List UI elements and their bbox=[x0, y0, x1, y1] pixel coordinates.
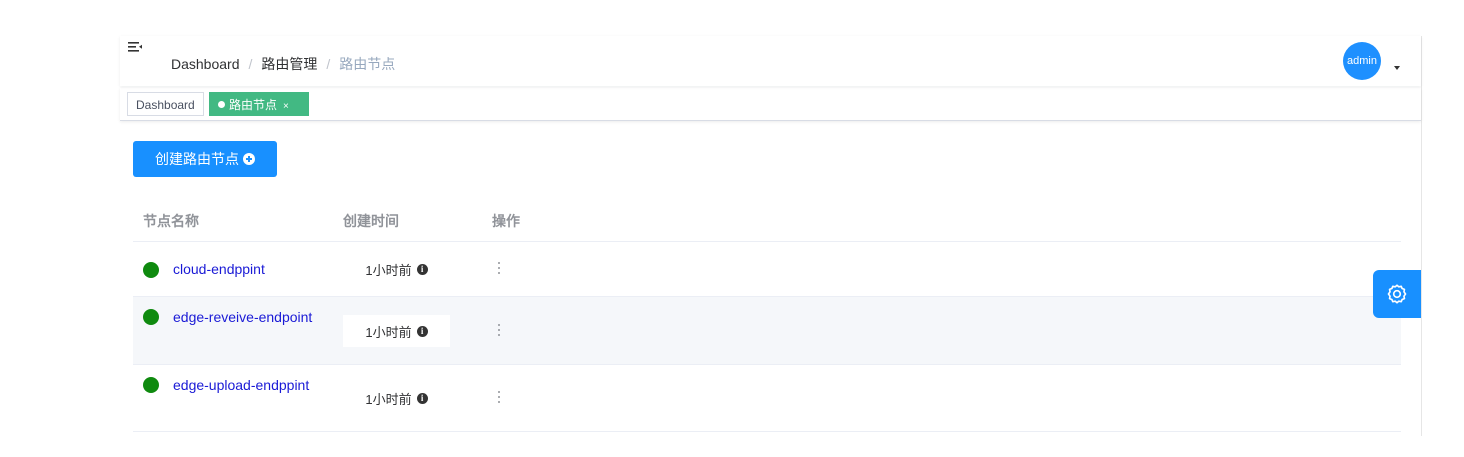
menu-fold-icon[interactable] bbox=[128, 41, 142, 55]
table-row: cloud-endppint 1小时前 i bbox=[133, 242, 1401, 297]
caret-down-icon[interactable] bbox=[1394, 66, 1400, 70]
tag-route-node[interactable]: 路由节点 × bbox=[209, 92, 309, 116]
breadcrumb-separator: / bbox=[326, 56, 331, 72]
create-button-label: 创建路由节点 bbox=[155, 151, 239, 167]
created-time: 1小时前 bbox=[365, 262, 412, 278]
info-circle-icon[interactable]: i bbox=[416, 263, 428, 275]
table-row: edge-upload-endppint 1小时前 i bbox=[133, 365, 1401, 432]
column-header-name: 节点名称 bbox=[143, 213, 199, 229]
settings-button[interactable] bbox=[1373, 270, 1421, 318]
table-header: 节点名称 创建时间 操作 bbox=[133, 198, 1401, 242]
created-time: 1小时前 bbox=[365, 324, 412, 340]
node-name-link[interactable]: edge-reveive-endpoint bbox=[143, 307, 338, 328]
info-circle-icon[interactable]: i bbox=[416, 392, 428, 404]
more-vertical-icon[interactable] bbox=[497, 391, 501, 405]
table-row: edge-reveive-endpoint 1小时前 i bbox=[133, 297, 1401, 365]
active-dot-icon bbox=[218, 101, 225, 109]
breadcrumb-separator: / bbox=[248, 56, 253, 72]
tags-view: Dashboard 路由节点 × bbox=[120, 88, 1421, 121]
more-vertical-icon[interactable] bbox=[497, 324, 501, 338]
breadcrumb: Dashboard / 路由管理 / 路由节点 bbox=[171, 54, 395, 74]
breadcrumb-current: 路由节点 bbox=[339, 56, 396, 72]
close-icon[interactable]: × bbox=[283, 101, 289, 112]
column-header-created: 创建时间 bbox=[343, 213, 399, 229]
created-time-cell: 1小时前 i bbox=[343, 382, 450, 414]
info-circle-icon[interactable]: i bbox=[416, 325, 428, 337]
create-route-node-button[interactable]: 创建路由节点 bbox=[133, 141, 277, 177]
node-name-link[interactable]: cloud-endppint bbox=[143, 259, 338, 280]
plus-circle-icon bbox=[243, 153, 255, 165]
tag-label: Dashboard bbox=[136, 98, 195, 112]
navbar: Dashboard / 路由管理 / 路由节点 admin bbox=[120, 36, 1421, 86]
content-border bbox=[1421, 36, 1422, 436]
breadcrumb-route-management[interactable]: 路由管理 bbox=[261, 54, 317, 74]
created-time-cell: 1小时前 i bbox=[343, 253, 450, 285]
breadcrumb-dashboard[interactable]: Dashboard bbox=[171, 56, 240, 72]
tag-label: 路由节点 bbox=[229, 98, 278, 112]
more-vertical-icon[interactable] bbox=[497, 262, 501, 276]
created-time: 1小时前 bbox=[365, 391, 412, 407]
tag-dashboard[interactable]: Dashboard bbox=[127, 92, 204, 116]
column-header-actions: 操作 bbox=[492, 213, 520, 229]
route-node-table: 节点名称 创建时间 操作 cloud-endppint 1小时前 i edge-r… bbox=[133, 198, 1401, 432]
node-name-link[interactable]: edge-upload-endppint bbox=[143, 375, 338, 396]
gear-icon bbox=[1387, 284, 1407, 304]
created-time-cell: 1小时前 i bbox=[343, 315, 450, 347]
avatar[interactable]: admin bbox=[1343, 42, 1381, 80]
